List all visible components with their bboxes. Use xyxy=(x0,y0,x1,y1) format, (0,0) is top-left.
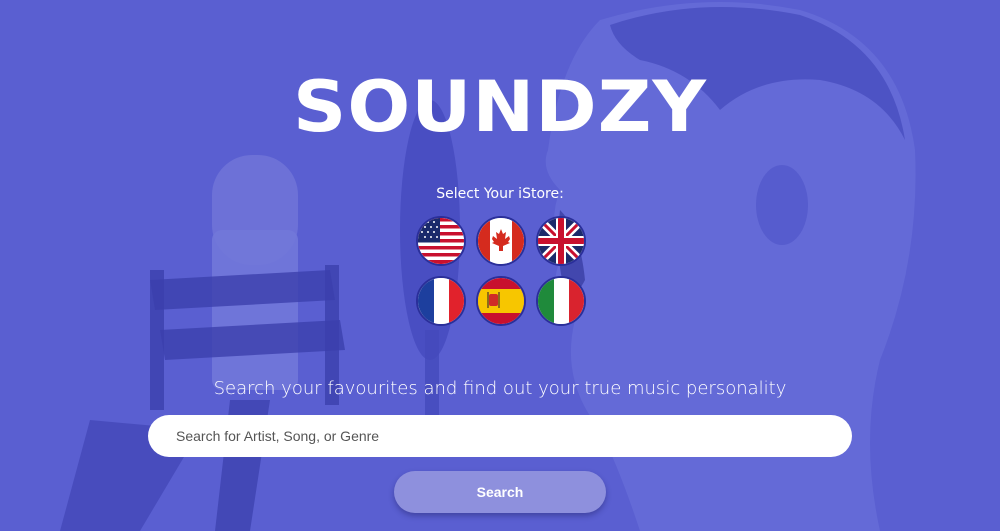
search-button[interactable]: Search xyxy=(394,471,606,513)
uk-flag-icon[interactable] xyxy=(536,216,586,266)
brand-logo[interactable]: SOUNDZY xyxy=(293,64,707,150)
store-flag-grid xyxy=(416,216,586,326)
search-input[interactable] xyxy=(148,415,852,457)
italy-flag-icon[interactable] xyxy=(536,276,586,326)
tagline: Search your favourites and find out your… xyxy=(213,378,787,399)
spain-flag-icon[interactable] xyxy=(476,276,526,326)
us-flag-icon[interactable] xyxy=(416,216,466,266)
france-flag-icon[interactable] xyxy=(416,276,466,326)
hero-content: SOUNDZY Select Your iStore: Search your … xyxy=(0,0,1000,531)
store-selector-label: Select Your iStore: xyxy=(436,186,564,202)
canada-flag-icon[interactable] xyxy=(476,216,526,266)
